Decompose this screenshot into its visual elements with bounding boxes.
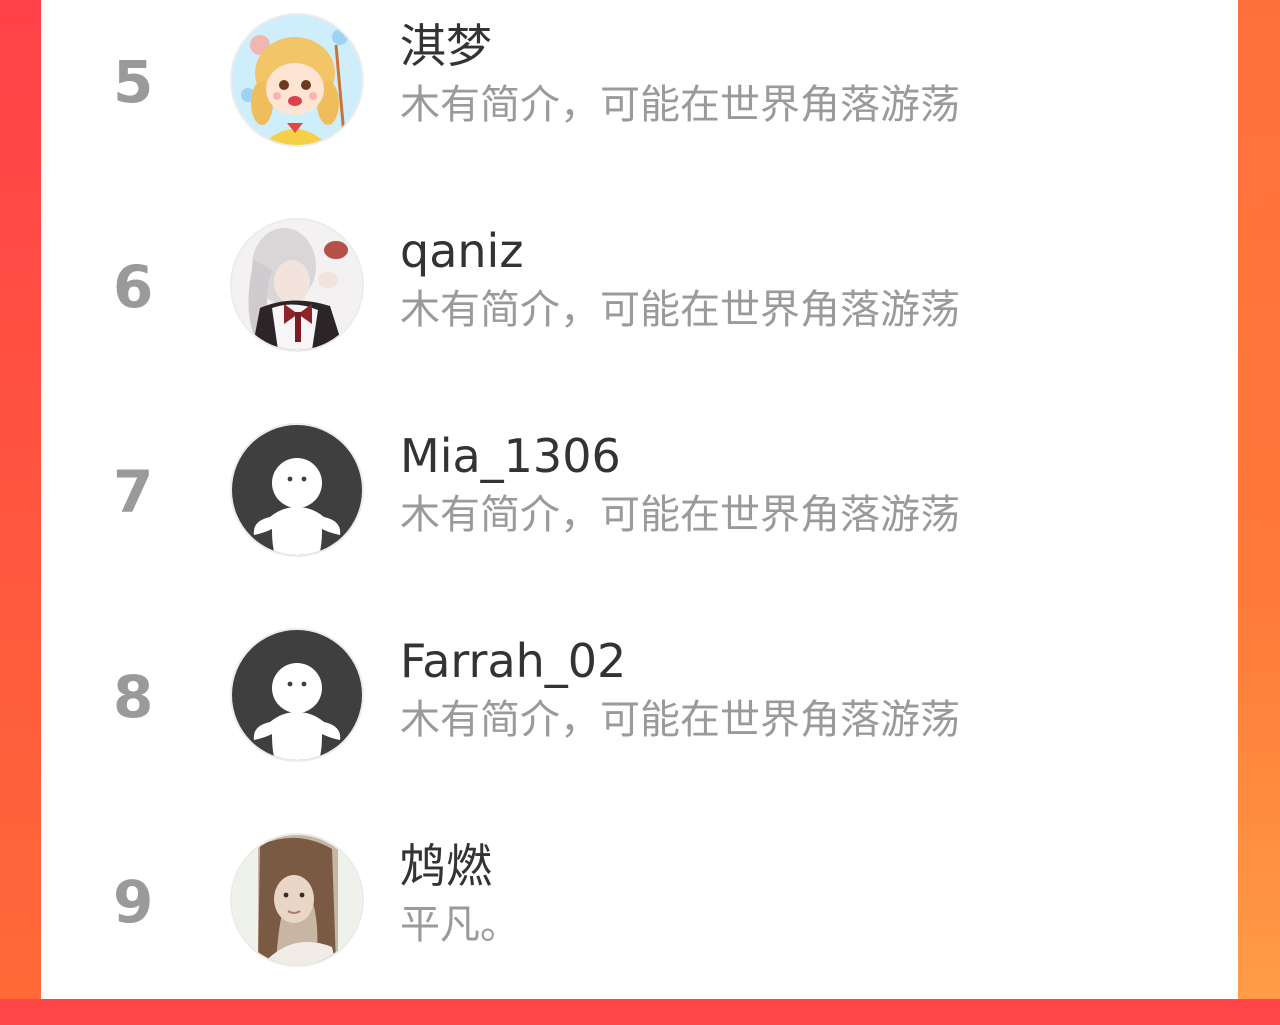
user-avatar[interactable] — [230, 423, 364, 557]
user-avatar[interactable] — [230, 13, 364, 147]
ranking-row[interactable]: 9 鸩燃 平凡。 — [41, 820, 1238, 1025]
ranking-list: 5 淇梦 木有简介，可能在世界角落游荡 6 qaniz 木有简介，可能在世界角落… — [41, 0, 1238, 999]
photo-girl-avatar-icon — [232, 835, 362, 965]
user-bio: 木有简介，可能在世界角落游荡 — [400, 697, 960, 743]
cartoon-girl-avatar-icon — [232, 15, 362, 145]
user-name: 鸩燃 — [400, 839, 492, 893]
maid-girl-avatar-icon — [232, 220, 362, 350]
user-avatar[interactable] — [230, 628, 364, 762]
right-background-strip — [1238, 0, 1280, 999]
rank-number: 5 — [113, 48, 154, 116]
ranking-row[interactable]: 6 qaniz 木有简介，可能在世界角落游荡 — [41, 205, 1238, 410]
user-bio: 平凡。 — [400, 902, 520, 948]
default-avatar-icon — [232, 425, 362, 555]
left-background-strip — [0, 0, 41, 999]
user-bio: 木有简介，可能在世界角落游荡 — [400, 492, 960, 538]
rank-number: 6 — [113, 253, 154, 321]
default-avatar-icon — [232, 630, 362, 760]
user-name: 淇梦 — [400, 19, 492, 73]
user-avatar[interactable] — [230, 833, 364, 967]
user-bio: 木有简介，可能在世界角落游荡 — [400, 82, 960, 128]
rank-number: 8 — [113, 663, 154, 731]
rank-number: 9 — [113, 868, 154, 936]
rank-number: 7 — [113, 458, 154, 526]
user-bio: 木有简介，可能在世界角落游荡 — [400, 287, 960, 333]
user-name: Farrah_02 — [400, 634, 627, 688]
user-name: qaniz — [400, 224, 524, 278]
user-avatar[interactable] — [230, 218, 364, 352]
ranking-row[interactable]: 5 淇梦 木有简介，可能在世界角落游荡 — [41, 0, 1238, 205]
user-name: Mia_1306 — [400, 429, 621, 483]
ranking-row[interactable]: 8 Farrah_02 木有简介，可能在世界角落游荡 — [41, 615, 1238, 820]
ranking-row[interactable]: 7 Mia_1306 木有简介，可能在世界角落游荡 — [41, 410, 1238, 615]
